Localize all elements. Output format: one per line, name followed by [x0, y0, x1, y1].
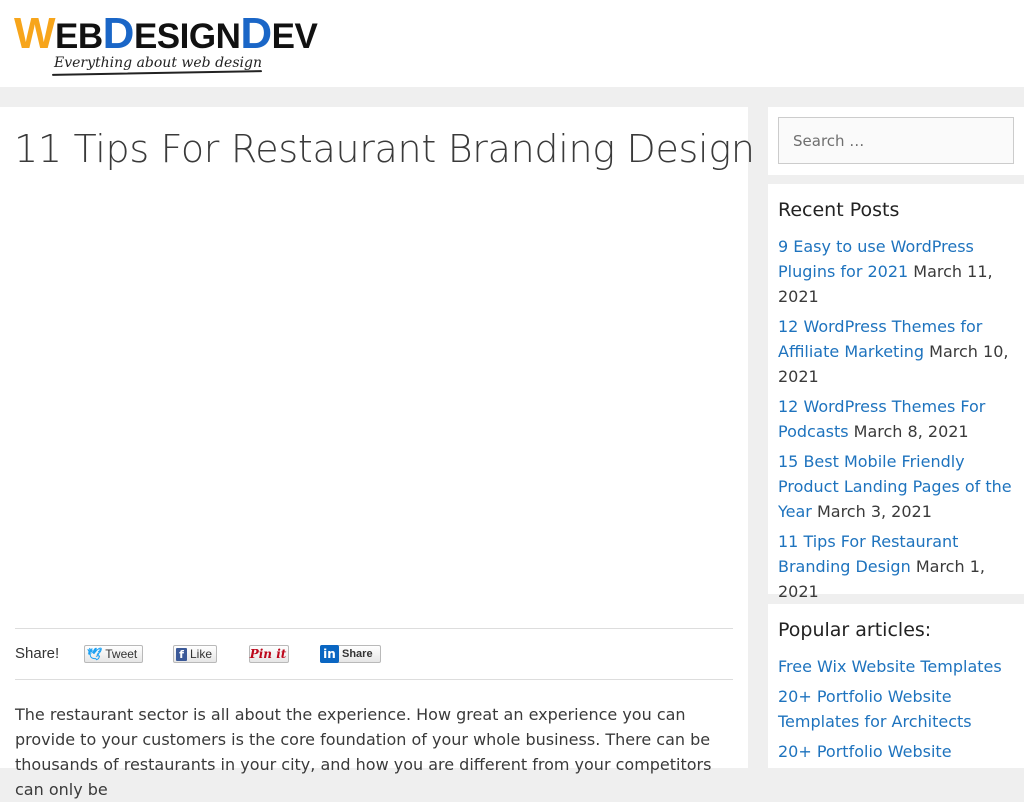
list-item: 20+ Portfolio Website	[778, 739, 1014, 764]
pinterest-pin-button[interactable]: Pin it	[249, 645, 289, 663]
twitter-bird-icon: 🕊	[87, 646, 103, 661]
list-item: 12 WordPress Themes For Podcasts March 8…	[778, 394, 1014, 444]
logo-part: ESIGN	[133, 17, 241, 56]
recent-posts-list: 9 Easy to use WordPress Plugins for 2021…	[778, 234, 1014, 609]
search-widget	[768, 107, 1024, 175]
popular-articles-list: Free Wix Website Templates 20+ Portfolio…	[778, 654, 1014, 769]
recent-posts-widget: Recent Posts 9 Easy to use WordPress Plu…	[768, 184, 1024, 601]
popular-articles-widget: Popular articles: Free Wix Website Templ…	[768, 604, 1024, 768]
popular-article-link[interactable]: 20+ Portfolio Website Templates for Arch…	[778, 687, 972, 731]
share-bar: Share! 🕊 Tweet f Like Pin it in Share	[15, 628, 733, 680]
article-card: 11 Tips For Restaurant Branding Design S…	[0, 107, 755, 799]
logo-part: EB	[55, 17, 103, 56]
tweet-button[interactable]: 🕊 Tweet	[84, 645, 143, 663]
list-item: 9 Easy to use WordPress Plugins for 2021…	[778, 234, 1014, 309]
share-label: Share!	[15, 645, 60, 662]
site-header: WEBDESIGNDEV Everything about web design	[0, 0, 1024, 87]
popular-article-link[interactable]: Free Wix Website Templates	[778, 657, 1002, 676]
facebook-like-button[interactable]: f Like	[173, 645, 217, 663]
popular-articles-title: Popular articles:	[778, 619, 932, 641]
recent-posts-title: Recent Posts	[778, 199, 900, 221]
facebook-icon: f	[176, 647, 187, 661]
list-item: 15 Best Mobile Friendly Product Landing …	[778, 449, 1014, 524]
like-label: Like	[189, 647, 212, 661]
logo-part: D	[102, 9, 135, 58]
logo-part: W	[14, 9, 56, 58]
search-input[interactable]	[778, 117, 1014, 164]
site-logo[interactable]: WEBDESIGNDEV Everything about web design	[14, 12, 318, 76]
logo-wordmark: WEBDESIGNDEV	[14, 12, 318, 57]
article-intro: The restaurant sector is all about the e…	[15, 705, 712, 799]
share-button-label: Share	[342, 648, 373, 660]
list-item: Free Wix Website Templates	[778, 654, 1014, 679]
linkedin-icon: in	[320, 645, 339, 663]
logo-underline	[51, 70, 263, 76]
linkedin-share-button[interactable]: in Share	[320, 645, 381, 663]
logo-tagline: Everything about web design	[54, 55, 262, 71]
popular-article-link[interactable]: 20+ Portfolio Website	[778, 742, 952, 761]
page-title: 11 Tips For Restaurant Branding Design	[14, 127, 755, 171]
pin-it-label: Pin it	[249, 647, 287, 661]
list-item: 11 Tips For Restaurant Branding Design M…	[778, 529, 1014, 604]
list-item: 12 WordPress Themes for Affiliate Market…	[778, 314, 1014, 389]
post-date: March 3, 2021	[816, 502, 932, 521]
logo-part: D	[240, 9, 272, 58]
list-item: 20+ Portfolio Website Templates for Arch…	[778, 684, 1014, 734]
post-date: March 8, 2021	[853, 422, 969, 441]
logo-part: EV	[271, 17, 318, 56]
tweet-label: Tweet	[105, 647, 138, 661]
